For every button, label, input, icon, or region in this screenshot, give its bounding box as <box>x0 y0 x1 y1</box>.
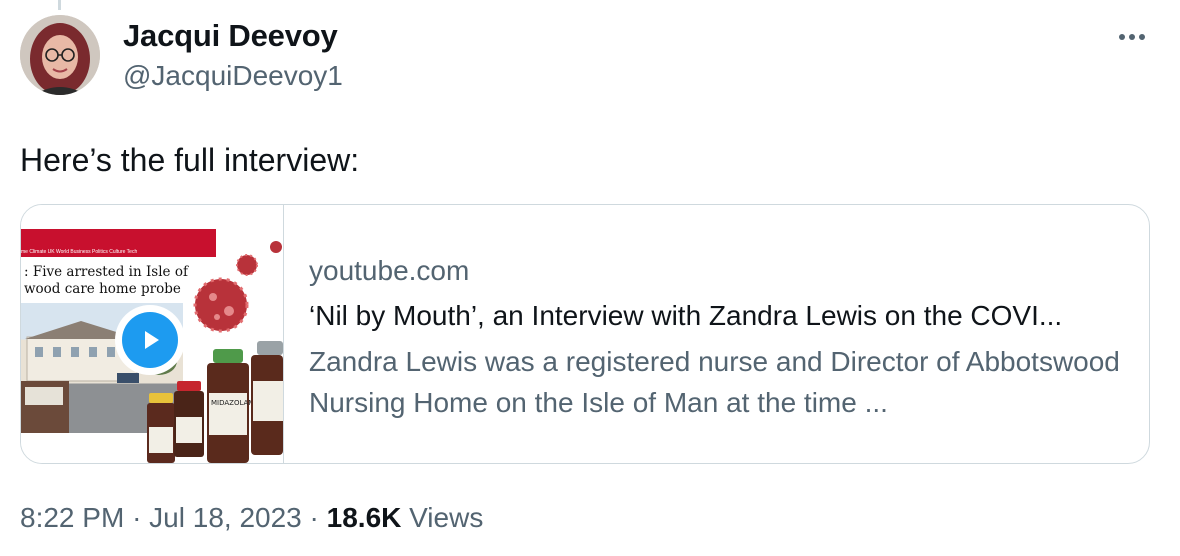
vial-small-icon <box>147 393 175 463</box>
views-count[interactable]: 18.6K <box>327 502 402 533</box>
avatar-image <box>20 15 100 95</box>
meta-separator: · <box>132 502 142 533</box>
virus-tiny-icon <box>270 241 282 253</box>
tweet-meta: 8:22 PM · Jul 18, 2023 · 18.6K Views <box>20 502 483 534</box>
more-options-icon[interactable] <box>1116 22 1152 52</box>
vial-label-text: MIDAZOLAM <box>211 399 254 407</box>
card-title[interactable]: ‘Nil by Mouth’, an Interview with Zandra… <box>309 300 1062 332</box>
card-domain: youtube.com <box>309 255 470 286</box>
views-label[interactable]: Views <box>409 502 483 533</box>
thread-connector-line <box>58 0 61 10</box>
tweet-text: Here’s the full interview: <box>20 142 360 178</box>
virus-small-icon <box>236 254 258 276</box>
avatar[interactable] <box>20 15 100 95</box>
play-icon <box>122 312 178 368</box>
video-thumbnail[interactable]: me Climate UK World Business Politics Cu… <box>21 205 284 463</box>
meta-separator-2: · <box>309 502 319 533</box>
tweet-time[interactable]: 8:22 PM <box>20 502 124 533</box>
card-text-area[interactable]: youtube.com ‘Nil by Mouth’, an Interview… <box>284 205 1149 463</box>
tweet-date[interactable]: Jul 18, 2023 <box>149 502 302 533</box>
play-button[interactable] <box>115 305 185 375</box>
card-description: Zandra Lewis was a registered nurse and … <box>309 346 1120 418</box>
virus-large-icon <box>193 277 249 333</box>
author-name[interactable]: Jacqui Deevoy <box>123 18 338 54</box>
author-handle[interactable]: @JacquiDeevoy1 <box>123 60 343 92</box>
vial-green-cap-icon: MIDAZOLAM <box>207 349 254 463</box>
vial-red-cap-icon <box>174 381 204 457</box>
link-preview-card[interactable]: me Climate UK World Business Politics Cu… <box>20 204 1150 464</box>
vial-grey-cap-icon <box>251 341 283 455</box>
